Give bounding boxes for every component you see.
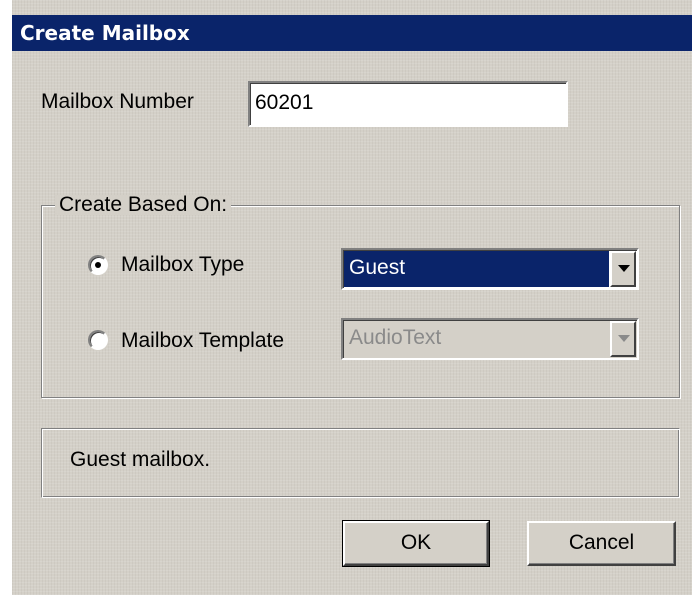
mailbox-template-value: AudioText: [349, 326, 442, 349]
description-panel: Guest mailbox.: [41, 428, 680, 498]
ok-button[interactable]: OK: [342, 520, 490, 567]
mailbox-type-dropdown-button[interactable]: [610, 251, 636, 287]
window-title: Create Mailbox: [20, 21, 190, 45]
cancel-button[interactable]: Cancel: [527, 521, 676, 566]
description-text: Guest mailbox.: [70, 448, 211, 471]
mailbox-number-label: Mailbox Number: [41, 90, 194, 113]
title-bar: Create Mailbox: [12, 15, 692, 51]
chevron-down-icon: [618, 335, 630, 342]
create-based-on-group: [41, 205, 680, 398]
mailbox-type-select[interactable]: Guest: [341, 248, 639, 290]
create-mailbox-dialog: Create Mailbox Mailbox Number 60201 Crea…: [12, 0, 692, 595]
mailbox-type-radio[interactable]: [88, 255, 108, 275]
mailbox-template-radio[interactable]: [88, 330, 108, 350]
mailbox-type-label[interactable]: Mailbox Type: [121, 253, 244, 277]
radio-dot-icon: [95, 262, 101, 268]
mailbox-number-input[interactable]: 60201: [248, 81, 568, 127]
chevron-down-icon: [618, 265, 630, 272]
mailbox-template-dropdown-button[interactable]: [610, 321, 636, 357]
mailbox-type-value: Guest: [344, 251, 609, 287]
mailbox-template-label[interactable]: Mailbox Template: [121, 329, 284, 353]
create-based-on-legend: Create Based On:: [55, 194, 232, 215]
mailbox-template-select[interactable]: AudioText: [341, 318, 639, 360]
